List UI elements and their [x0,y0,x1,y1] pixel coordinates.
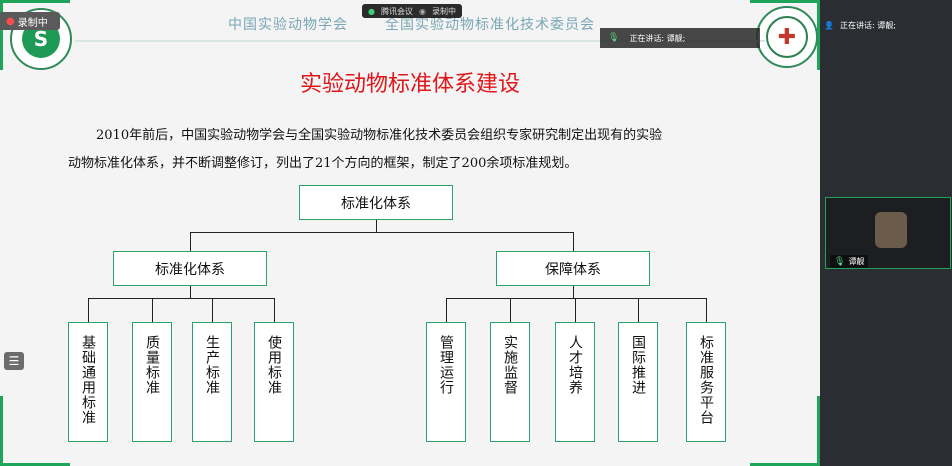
leaf-node: 质量标准 [132,322,172,442]
speaker-icon: 👤 [824,21,834,30]
meeting-app-label: 腾讯会议 [380,6,413,16]
connector [573,285,574,298]
connector [190,232,574,233]
speaking-banner: 🎙 正在讲话: 谭靓; [600,28,760,48]
participant-video-tile[interactable]: 🎙 谭靓 [825,197,951,269]
speaking-label: 正在讲话: 谭靓; [629,33,686,43]
connector [706,298,707,322]
record-dot-icon: ● [6,15,15,27]
slide-title: 实验动物标准体系建设 [299,72,520,97]
connector [510,298,511,322]
connector [190,285,191,298]
university-logo: ✚ [756,6,818,68]
leaf-node: 管理运行 [426,322,466,442]
paragraph-line-1: 2010年前后，中国实验动物学会与全国实验动物标准化技术委员会组织专家研究制定出… [96,128,663,143]
paragraph-line-2: 动物标准化体系，并不断调整修订，列出了21个方向的框架，制定了200余项标准规划… [68,156,578,171]
leaf-node: 生产标准 [192,322,232,442]
leaf-node: 人才培养 [555,322,595,442]
leaf-node: 标准服务平台 [686,322,726,442]
connector [446,298,447,322]
slide-content: S ✚ 中国实验动物学会 全国实验动物标准化技术委员会 实验动物标准体系建设 2… [0,0,820,466]
connector [152,298,153,322]
leaf-node: 实施监督 [490,322,530,442]
branch-node-left: 标准化体系 [113,251,267,286]
share-border [0,396,3,466]
share-border [0,0,70,3]
header-left: 中国实验动物学会 [228,17,348,33]
participants-panel: 👤 正在讲话: 谭靓; 🎙 谭靓 [820,0,952,466]
connector [638,298,639,322]
connector [88,298,274,299]
connector [212,298,213,322]
connector [376,219,377,232]
connector [274,298,275,322]
record-icon: ◉ [418,6,426,16]
participant-name: 谭靓 [848,257,865,266]
root-node: 标准化体系 [299,185,453,220]
recording-label: 录制中 [17,17,48,29]
leaf-node: 国际推进 [618,322,658,442]
share-border [0,0,3,70]
connector [446,298,707,299]
connector [573,232,574,251]
mic-icon: 🎙 [834,256,846,267]
meeting-status-pill[interactable]: ● 腾讯会议 ◉ 录制中 [362,4,462,18]
panel-speaking-indicator: 👤 正在讲话: 谭靓; [824,20,896,31]
mic-icon: 🎙 [608,33,620,43]
panel-speaking-label: 正在讲话: 谭靓; [839,21,896,30]
leaf-node: 基础通用标准 [68,322,108,442]
connector [190,232,191,251]
connector [88,298,89,322]
recording-tag[interactable]: ● 录制中 [0,12,60,30]
meeting-record-label: 录制中 [431,6,456,16]
meeting-icon: ● [368,6,375,16]
leaf-node: 使用标准 [254,322,294,442]
share-border [750,0,820,3]
branch-node-right: 保障体系 [496,251,650,286]
connector [575,298,576,322]
toolbar-toggle-icon[interactable]: ☰ [4,352,24,370]
participant-video [875,212,907,248]
participant-nametag: 🎙 谭靓 [830,255,869,268]
